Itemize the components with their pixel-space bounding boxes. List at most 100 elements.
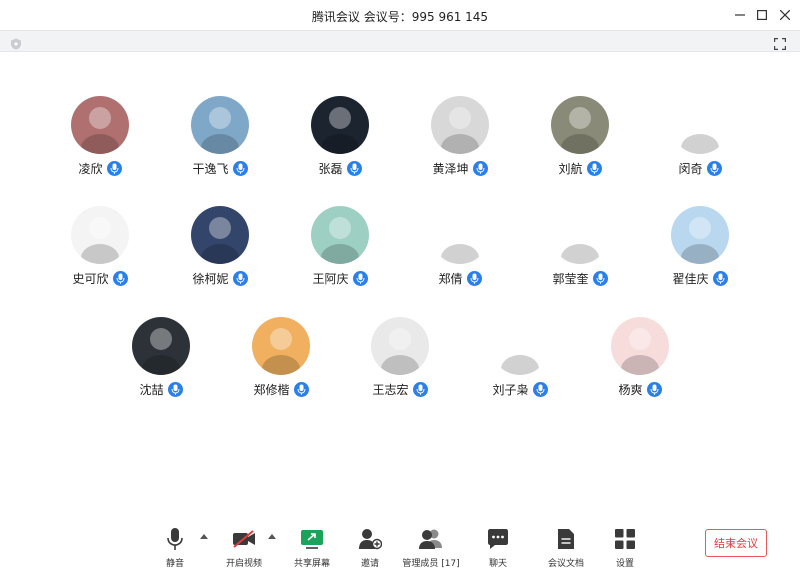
- mic-status-icon: [706, 161, 722, 176]
- participant-tile[interactable]: 张磊: [285, 96, 395, 196]
- avatar: [191, 96, 249, 154]
- mic-on-icon: [297, 384, 305, 395]
- mic-status-icon: [466, 271, 482, 286]
- mic-status-icon: [112, 271, 128, 286]
- participant-name: 徐柯妮: [192, 272, 229, 286]
- maximize-button[interactable]: [753, 6, 771, 24]
- mic-on-icon: [476, 163, 484, 174]
- close-button[interactable]: [776, 6, 794, 24]
- participant-name: 王阿庆: [312, 272, 349, 286]
- participant-tile[interactable]: 闵奇: [645, 96, 755, 196]
- participant-tile[interactable]: 史可欣: [45, 206, 155, 306]
- mic-status-icon: [106, 161, 122, 176]
- participant-tile[interactable]: 郑修楷: [226, 317, 336, 417]
- meeting-docs-label: 会议文档: [547, 559, 584, 569]
- video-options-caret[interactable]: [268, 534, 276, 539]
- mute-label: 静音: [165, 559, 184, 569]
- participant-name-line: 杨爽: [585, 381, 695, 398]
- participant-tile[interactable]: 郭莹奎: [525, 206, 635, 306]
- mic-status-icon: [167, 382, 183, 397]
- minimize-button[interactable]: [731, 6, 749, 24]
- settings-button[interactable]: 设置: [610, 526, 640, 569]
- start-video-button[interactable]: 开启视频: [224, 526, 264, 569]
- avatar: [431, 96, 489, 154]
- mic-status-icon: [232, 271, 248, 286]
- mic-on-icon: [356, 273, 364, 284]
- avatar: [551, 206, 609, 264]
- participant-name-line: 刘航: [525, 160, 635, 177]
- participant-tile[interactable]: 黄泽坤: [405, 96, 515, 196]
- participant-name: 郑修楷: [253, 383, 290, 397]
- document-icon: [558, 529, 574, 549]
- participant-tile[interactable]: 沈喆: [106, 317, 216, 417]
- participant-tile[interactable]: 杨爽: [585, 317, 695, 417]
- meeting-info-bar: [0, 30, 800, 52]
- participant-name: 黄泽坤: [432, 162, 469, 176]
- meeting-docs-button[interactable]: 会议文档: [545, 526, 587, 569]
- mic-on-icon: [536, 384, 544, 395]
- mic-status-icon: [412, 382, 428, 397]
- avatar: [371, 317, 429, 375]
- participant-name-line: 闵奇: [645, 160, 755, 177]
- participant-tile[interactable]: 王志宏: [345, 317, 455, 417]
- participant-tile[interactable]: 王阿庆: [285, 206, 395, 306]
- avatar: [252, 317, 310, 375]
- end-meeting-button[interactable]: 结束会议: [705, 529, 767, 557]
- minimize-icon: [735, 14, 745, 16]
- mic-on-icon: [416, 384, 424, 395]
- members-icon: [419, 529, 442, 549]
- participant-name: 王志宏: [372, 383, 409, 397]
- avatar: [551, 96, 609, 154]
- avatar: [491, 317, 549, 375]
- participant-name: 闵奇: [678, 162, 703, 176]
- participant-name-line: 干逸飞: [165, 160, 275, 177]
- mic-status-icon: [646, 382, 662, 397]
- avatar: [671, 206, 729, 264]
- audio-options-caret[interactable]: [200, 534, 208, 539]
- bottom-toolbar: 静音 开启视频 共享屏幕 邀请 管理成员 [17] 聊天 会议文档 设置: [0, 522, 800, 574]
- participant-tile[interactable]: 郑倩: [405, 206, 515, 306]
- participant-name: 凌欣: [78, 162, 103, 176]
- participant-tile[interactable]: 刘子枭: [465, 317, 575, 417]
- mic-on-icon: [590, 163, 598, 174]
- chat-button[interactable]: 聊天: [483, 526, 513, 569]
- microphone-icon: [167, 528, 183, 550]
- participant-tile[interactable]: 翟佳庆: [645, 206, 755, 306]
- invite-button[interactable]: 邀请: [355, 526, 385, 569]
- manage-members-button[interactable]: 管理成员 [17]: [402, 526, 460, 569]
- mic-status-icon: [232, 161, 248, 176]
- participant-name-line: 黄泽坤: [405, 160, 515, 177]
- close-icon: [780, 10, 790, 20]
- mic-on-icon: [110, 163, 118, 174]
- mic-on-icon: [236, 163, 244, 174]
- mic-on-icon: [116, 273, 124, 284]
- participant-tile[interactable]: 刘航: [525, 96, 635, 196]
- participant-name-line: 王阿庆: [285, 270, 395, 287]
- avatar: [71, 206, 129, 264]
- participant-name-line: 翟佳庆: [645, 270, 755, 287]
- participant-tile[interactable]: 干逸飞: [165, 96, 275, 196]
- participant-tile[interactable]: 徐柯妮: [165, 206, 275, 306]
- mic-status-icon: [712, 271, 728, 286]
- participant-name-line: 徐柯妮: [165, 270, 275, 287]
- mic-status-icon: [532, 382, 548, 397]
- mic-on-icon: [171, 384, 179, 395]
- participant-name: 刘子枭: [492, 383, 529, 397]
- participant-name-line: 张磊: [285, 160, 395, 177]
- mic-status-icon: [346, 161, 362, 176]
- mute-button[interactable]: 静音: [160, 526, 190, 569]
- grid-settings-icon: [615, 529, 635, 549]
- mic-on-icon: [710, 163, 718, 174]
- share-screen-button[interactable]: 共享屏幕: [292, 526, 332, 569]
- participant-tile[interactable]: 凌欣: [45, 96, 155, 196]
- participant-name: 杨爽: [618, 383, 643, 397]
- participant-name: 翟佳庆: [672, 272, 709, 286]
- chat-label: 聊天: [488, 559, 507, 569]
- participant-name: 干逸飞: [192, 162, 229, 176]
- invite-label: 邀请: [360, 559, 379, 569]
- participant-name: 沈喆: [139, 383, 164, 397]
- participant-name: 郭莹奎: [552, 272, 589, 286]
- mic-status-icon: [592, 271, 608, 286]
- manage-members-label: 管理成员 [17]: [402, 559, 460, 569]
- participant-grid: 凌欣 干逸飞 张磊 黄泽坤 刘航 闵奇史可欣 徐柯妮 王阿庆 郑倩 郭莹奎 翟佳庆沈喆 郑修楷 王志宏 刘…: [0, 52, 800, 522]
